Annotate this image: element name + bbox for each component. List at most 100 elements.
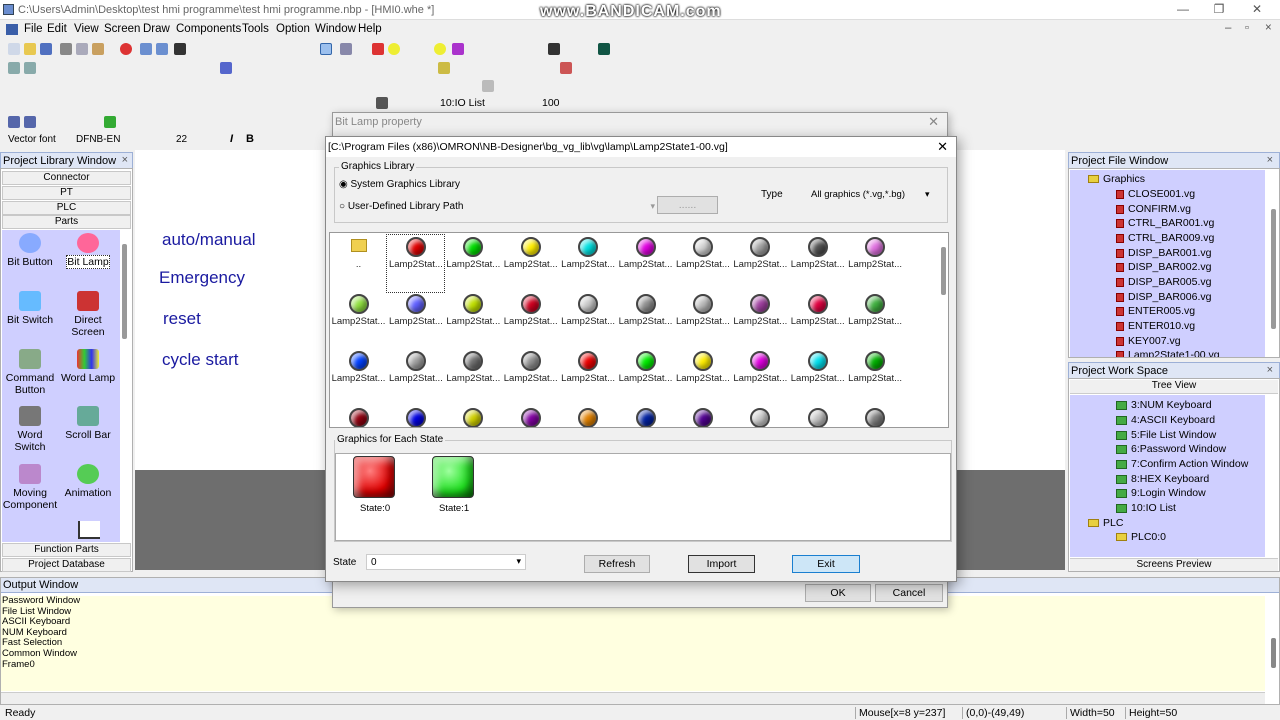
part-moving-component[interactable]: Moving Component: [1, 464, 59, 511]
graphic-cell[interactable]: [560, 406, 617, 427]
graphic-cell[interactable]: Lamp2Stat...: [387, 349, 444, 406]
tree-plc[interactable]: PLC: [1088, 517, 1123, 529]
import-button[interactable]: Import: [688, 555, 755, 573]
part-word-switch[interactable]: Word Switch: [1, 406, 59, 453]
mdi-minimize-icon[interactable]: –: [1225, 22, 1231, 34]
graphic-cell[interactable]: Lamp2Stat...: [502, 349, 559, 406]
output-hscroll[interactable]: [1, 692, 1265, 704]
tab-tree-view[interactable]: Tree View: [1070, 380, 1278, 394]
menu-view[interactable]: View: [74, 23, 99, 35]
chart-part-icon[interactable]: [78, 521, 100, 539]
font-size-select[interactable]: 22: [176, 134, 187, 145]
file-window-close-icon[interactable]: ×: [1267, 154, 1273, 166]
graphic-cell[interactable]: Lamp2Stat...: [387, 292, 444, 349]
graphic-cell[interactable]: Lamp2Stat...: [502, 235, 559, 292]
file-item[interactable]: DISP_BAR002.vg: [1116, 261, 1211, 273]
object2-icon[interactable]: [24, 116, 36, 128]
radio-user[interactable]: ○ User-Defined Library Path: [339, 201, 463, 212]
exit-button[interactable]: Exit: [792, 555, 860, 573]
delete-icon[interactable]: [120, 43, 132, 55]
part-command-button[interactable]: Command Button: [1, 349, 59, 396]
graphic-cell[interactable]: Lamp2Stat...: [674, 292, 731, 349]
library-close-icon[interactable]: ×: [122, 154, 128, 166]
graphic-cell[interactable]: Lamp2Stat...: [330, 292, 387, 349]
zoom-select[interactable]: 100: [542, 97, 560, 109]
graphic-cell[interactable]: Lamp2Stat...: [560, 349, 617, 406]
tree-plc0[interactable]: PLC0:0: [1116, 531, 1166, 543]
graphic-cell[interactable]: [330, 406, 387, 427]
undo-icon[interactable]: [140, 43, 152, 55]
tree-screen-item[interactable]: 6:Password Window: [1116, 443, 1226, 455]
file-item[interactable]: KEY007.vg: [1116, 335, 1181, 347]
file-item[interactable]: DISP_BAR005.vg: [1116, 276, 1211, 288]
tree-screen-item[interactable]: 9:Login Window: [1116, 487, 1206, 499]
graphic-cell[interactable]: Lamp2Stat...: [789, 235, 846, 292]
graphic-cell[interactable]: [445, 406, 502, 427]
language-select[interactable]: DFNB-EN: [76, 134, 120, 145]
line-icon[interactable]: [340, 43, 352, 55]
rect-icon[interactable]: [372, 43, 384, 55]
tree-screen-item[interactable]: 10:IO List: [1116, 502, 1176, 514]
graphic-cell[interactable]: Lamp2Stat...: [847, 349, 904, 406]
graphic-cell[interactable]: [789, 406, 846, 427]
workspace-close-icon[interactable]: ×: [1267, 364, 1273, 376]
file-item[interactable]: Lamp2State1-00.vg: [1116, 349, 1220, 357]
paste-icon[interactable]: [92, 43, 104, 55]
screen-icon[interactable]: [376, 97, 388, 109]
part-scroll-bar[interactable]: Scroll Bar: [59, 406, 117, 441]
group-icon[interactable]: [220, 62, 232, 74]
lib-tab-function-parts[interactable]: Function Parts: [2, 543, 131, 557]
ok-button[interactable]: OK: [805, 584, 871, 602]
menu-draw[interactable]: Draw: [143, 23, 170, 35]
graphic-cell[interactable]: Lamp2Stat...: [445, 235, 502, 292]
circle-icon[interactable]: [388, 43, 400, 55]
close-icon[interactable]: ✕: [1246, 2, 1268, 18]
tree-graphics[interactable]: Graphics: [1088, 173, 1145, 185]
graphic-cell[interactable]: Lamp2Stat...: [617, 349, 674, 406]
lib-tab-pt[interactable]: PT: [2, 186, 131, 200]
graphic-cell[interactable]: Lamp2Stat...: [330, 349, 387, 406]
graphic-cell[interactable]: [674, 406, 731, 427]
canvas-label-emergency[interactable]: Emergency: [159, 268, 245, 288]
menu-components[interactable]: Components: [176, 23, 241, 35]
graphic-cell[interactable]: [387, 406, 444, 427]
align-center-icon[interactable]: [24, 62, 36, 74]
lib-tab-plc[interactable]: PLC: [2, 201, 131, 215]
file-item[interactable]: ENTER005.vg: [1116, 305, 1195, 317]
menu-tools[interactable]: Tools: [242, 23, 269, 35]
misc-icon[interactable]: [482, 80, 494, 92]
output-vscroll[interactable]: [1271, 638, 1276, 668]
ellipse-icon[interactable]: [434, 43, 446, 55]
part-bit-button[interactable]: Bit Button: [1, 233, 59, 268]
graphic-cell[interactable]: Lamp2Stat...: [386, 234, 446, 293]
graphic-cell[interactable]: [502, 406, 559, 427]
graphic-cell[interactable]: Lamp2Stat...: [732, 235, 789, 292]
part-bit-switch[interactable]: Bit Switch: [1, 291, 59, 326]
graphic-cell[interactable]: [617, 406, 674, 427]
file-item[interactable]: ENTER010.vg: [1116, 320, 1195, 332]
graphic-cell[interactable]: Lamp2Stat...: [847, 235, 904, 292]
state0-lamp-icon[interactable]: [353, 456, 395, 498]
part-animation[interactable]: Animation: [59, 464, 117, 499]
graphic-cell[interactable]: Lamp2Stat...: [789, 292, 846, 349]
state-select[interactable]: 0 ▾: [366, 554, 526, 570]
file-item[interactable]: CTRL_BAR009.vg: [1116, 232, 1214, 244]
italic-icon[interactable]: I: [230, 133, 233, 145]
object-icon[interactable]: [8, 116, 20, 128]
graphics-close-icon[interactable]: ✕: [937, 139, 948, 155]
canvas-label-reset[interactable]: reset: [163, 309, 201, 329]
part-bit-lamp[interactable]: Bit Lamp: [59, 233, 117, 269]
mdi-restore-icon[interactable]: ▫: [1245, 22, 1249, 34]
cut-icon[interactable]: [60, 43, 72, 55]
file-item[interactable]: DISP_BAR001.vg: [1116, 247, 1211, 259]
radio-system[interactable]: ◉ System Graphics Library: [339, 179, 460, 190]
align-left-icon[interactable]: [8, 62, 20, 74]
file-item[interactable]: DISP_BAR006.vg: [1116, 291, 1211, 303]
select-icon[interactable]: [320, 43, 332, 55]
file-item[interactable]: CLOSE001.vg: [1116, 188, 1195, 200]
graphic-cell[interactable]: Lamp2Stat...: [560, 235, 617, 292]
cancel-button[interactable]: Cancel: [875, 584, 943, 602]
tab-screens-preview[interactable]: Screens Preview: [1070, 558, 1278, 571]
state-select-arrow-icon[interactable]: ▾: [516, 556, 521, 567]
mdi-close-icon[interactable]: ×: [1265, 22, 1272, 34]
